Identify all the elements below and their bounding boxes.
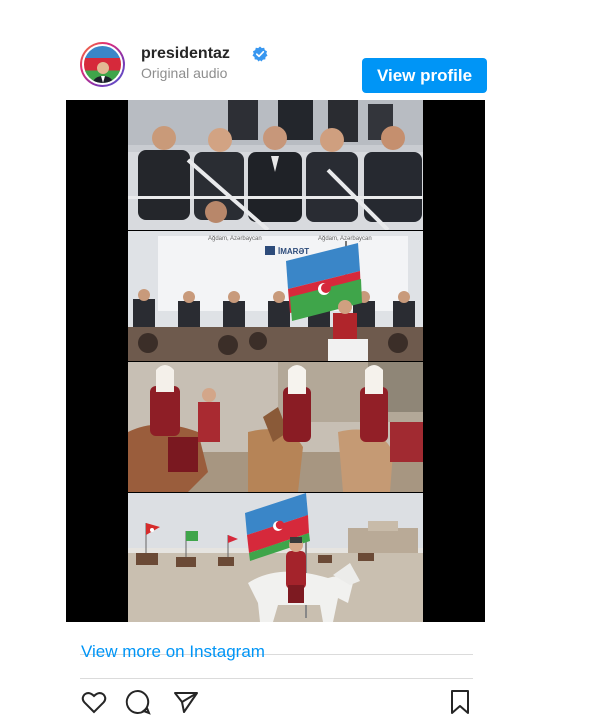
heart-icon[interactable] (80, 688, 108, 716)
divider (80, 678, 473, 679)
instagram-embed: presidentaz Original audio View profile (66, 32, 487, 715)
view-profile-button[interactable]: View profile (362, 58, 487, 93)
audio-label[interactable]: Original audio (141, 65, 227, 81)
brand-logo-text: İMARƏT (278, 247, 309, 256)
photo-collage: Ağdam, Azərbaycan Ağdam, Azərbaycan İMAR… (128, 100, 423, 622)
verified-badge-icon (252, 46, 268, 62)
share-icon[interactable] (172, 688, 200, 716)
username[interactable]: presidentaz (141, 45, 230, 63)
action-bar (80, 684, 473, 715)
stage-photo: Ağdam, Azərbaycan Ağdam, Azərbaycan İMAR… (128, 231, 423, 361)
riders-photo (128, 362, 423, 492)
post-media[interactable]: Ağdam, Azərbaycan Ağdam, Azərbaycan İMAR… (66, 100, 485, 622)
person-icon (91, 62, 114, 83)
bookmark-icon[interactable] (446, 688, 474, 716)
panel-flag-rider (128, 493, 423, 622)
avatar[interactable] (80, 42, 125, 87)
post-header: presidentaz Original audio View profile (80, 42, 487, 93)
comment-icon[interactable] (124, 688, 152, 716)
view-more-link[interactable]: View more on Instagram (81, 642, 265, 662)
panel-officials (128, 100, 423, 230)
sign-text-right: Ağdam, Azərbaycan (318, 236, 372, 242)
officials-photo (128, 100, 423, 230)
flag-rider-photo (128, 493, 423, 622)
panel-riders (128, 362, 423, 492)
panel-stage: Ağdam, Azərbaycan Ağdam, Azərbaycan İMAR… (128, 231, 423, 361)
sign-text-left: Ağdam, Azərbaycan (208, 236, 262, 242)
